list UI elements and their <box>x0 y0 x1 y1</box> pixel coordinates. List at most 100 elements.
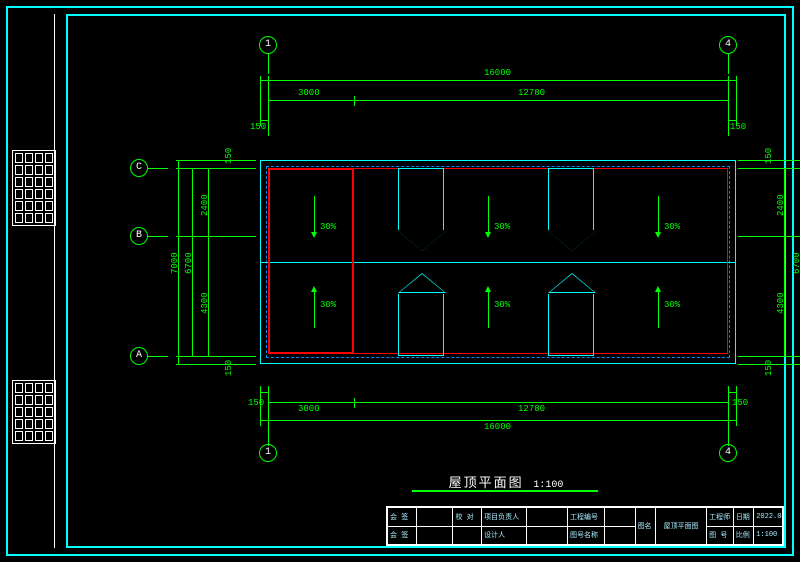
tb-r1c3: 校 对 <box>453 508 482 527</box>
dim-b-ext1 <box>260 386 261 426</box>
tb-r1c7 <box>604 508 635 527</box>
dim-t-ext4 <box>728 76 729 136</box>
tb-r2c1: 会 签 <box>388 526 417 545</box>
dim-l-ba-txt: 4300 <box>200 292 210 314</box>
arrow-bot-2 <box>488 292 489 328</box>
bubble-l-b: B <box>130 227 148 245</box>
arrow-top-1 <box>314 196 315 232</box>
dim-bot-ext-r <box>728 392 736 393</box>
dim-top-ext-r-txt: 150 <box>730 122 746 132</box>
slope-top-3: 30% <box>664 222 680 232</box>
tb-r2c3 <box>453 526 482 545</box>
tb-r2c6: 图号名称 <box>568 526 605 545</box>
tb-r1c6: 工程编号 <box>568 508 605 527</box>
dim-l-150b: 150 <box>224 360 234 376</box>
drawing-area: 30% 30% 30% 30% 30% 30% 1 4 1 4 C B A C … <box>148 46 800 516</box>
dim-bot-ext-l <box>260 392 268 393</box>
bubble-top-1: 1 <box>259 36 277 54</box>
tb-col9b: 比例 <box>733 526 753 545</box>
tb-scale: 1:100 <box>754 526 783 545</box>
grid-extension-l-c <box>148 168 168 169</box>
grid-extension-l-a <box>148 356 168 357</box>
arrow-bot-1 <box>314 292 315 328</box>
drawing-title: 屋顶平面图 1:100 <box>416 472 596 491</box>
dim-t-ext5 <box>736 76 737 126</box>
tb-r2c4: 设计人 <box>482 526 527 545</box>
dim-top-overall-txt: 16000 <box>484 68 511 78</box>
tb-col8b: 图 号 <box>707 526 734 545</box>
inner-frame: 30% 30% 30% 30% 30% 30% 1 4 1 4 C B A C … <box>66 14 786 548</box>
tb-r1c2 <box>416 508 453 527</box>
dormer-bottom-1 <box>398 294 444 356</box>
tb-col8a: 工程师 <box>707 508 734 527</box>
dim-l-all-txt: 7000 <box>170 252 180 274</box>
dim-r-150b: 150 <box>764 360 774 376</box>
tb-center-text: 屋顶平面图 <box>656 508 707 545</box>
bubble-bot-1: 1 <box>259 444 277 462</box>
tb-r2c2 <box>416 526 453 545</box>
dim-bot-ext-l-txt: 150 <box>248 398 264 408</box>
dim-b-ext4 <box>728 386 729 426</box>
dormer-top-2 <box>548 168 594 230</box>
dim-r-150t: 150 <box>764 148 774 164</box>
grid-extension-bot-1 <box>268 426 269 446</box>
dim-top-seg-a: 3000 <box>298 88 320 98</box>
dim-r-extc <box>738 168 800 169</box>
dim-b-ext5 <box>736 386 737 426</box>
tb-r1c4: 项目负责人 <box>482 508 527 527</box>
grid-extension-top-4 <box>728 54 729 74</box>
tb-center-label: 图名 <box>635 508 655 545</box>
slope-top-2: 30% <box>494 222 510 232</box>
tb-r2c7 <box>604 526 635 545</box>
dim-top-seg-b: 12780 <box>518 88 545 98</box>
dim-bot-seg <box>268 402 728 403</box>
dormer-bottom-2 <box>548 294 594 356</box>
drawing-title-text: 屋顶平面图 <box>449 476 524 491</box>
dim-l-cb-txt: 2400 <box>200 194 210 216</box>
arrow-bot-3 <box>658 292 659 328</box>
dim-t-ext3 <box>354 96 355 106</box>
dim-l-extd <box>176 356 256 357</box>
tb-r1c1: 会 签 <box>388 508 417 527</box>
bubble-top-4: 4 <box>719 36 737 54</box>
dim-r-ca-txt: 6700 <box>792 252 800 274</box>
slope-bot-1: 30% <box>320 300 336 310</box>
title-block: 会 签 校 对 项目负责人 工程编号 图名 屋顶平面图 工程师 日期 2022.… <box>386 506 784 546</box>
dim-top-overall <box>260 80 736 81</box>
dim-l-150t: 150 <box>224 148 234 164</box>
dim-top-seg <box>268 100 728 101</box>
dim-bot-seg-b: 12780 <box>518 404 545 414</box>
arrow-top-2 <box>488 196 489 232</box>
dim-t-ext1 <box>260 76 261 126</box>
dim-top-ext-r <box>728 120 736 121</box>
side-table-a <box>12 150 56 226</box>
dim-bot-seg-a: 3000 <box>298 404 320 414</box>
slope-top-1: 30% <box>320 222 336 232</box>
dim-l-extb <box>176 236 256 237</box>
dim-bot-overall-txt: 16000 <box>484 422 511 432</box>
dim-bot-ext-r-txt: 150 <box>732 398 748 408</box>
bubble-l-c: C <box>130 159 148 177</box>
dim-l-ca-txt: 6700 <box>184 252 194 274</box>
dim-b-ext3 <box>354 398 355 408</box>
dim-l-exta <box>176 160 256 161</box>
dim-top-ext-l-txt: 150 <box>250 122 266 132</box>
slope-bot-3: 30% <box>664 300 680 310</box>
dim-r-extb <box>738 236 800 237</box>
side-table-b <box>12 380 56 444</box>
slope-bot-2: 30% <box>494 300 510 310</box>
dim-b-ext2 <box>268 386 269 426</box>
tb-r2c5 <box>527 526 568 545</box>
tb-r1c5 <box>527 508 568 527</box>
tb-date: 2022.04 <box>754 508 783 527</box>
arrow-top-3 <box>658 196 659 232</box>
dormer-top-1 <box>398 168 444 230</box>
grid-extension-bot-4 <box>728 426 729 446</box>
dim-t-ext2 <box>268 76 269 136</box>
grid-extension-l-b <box>148 236 168 237</box>
tb-col9a: 日期 <box>733 508 753 527</box>
dim-r-ba-txt: 4300 <box>776 292 786 314</box>
dim-l-exte <box>176 364 256 365</box>
wall-envelope <box>268 168 728 354</box>
grid-extension-top-1 <box>268 54 269 74</box>
